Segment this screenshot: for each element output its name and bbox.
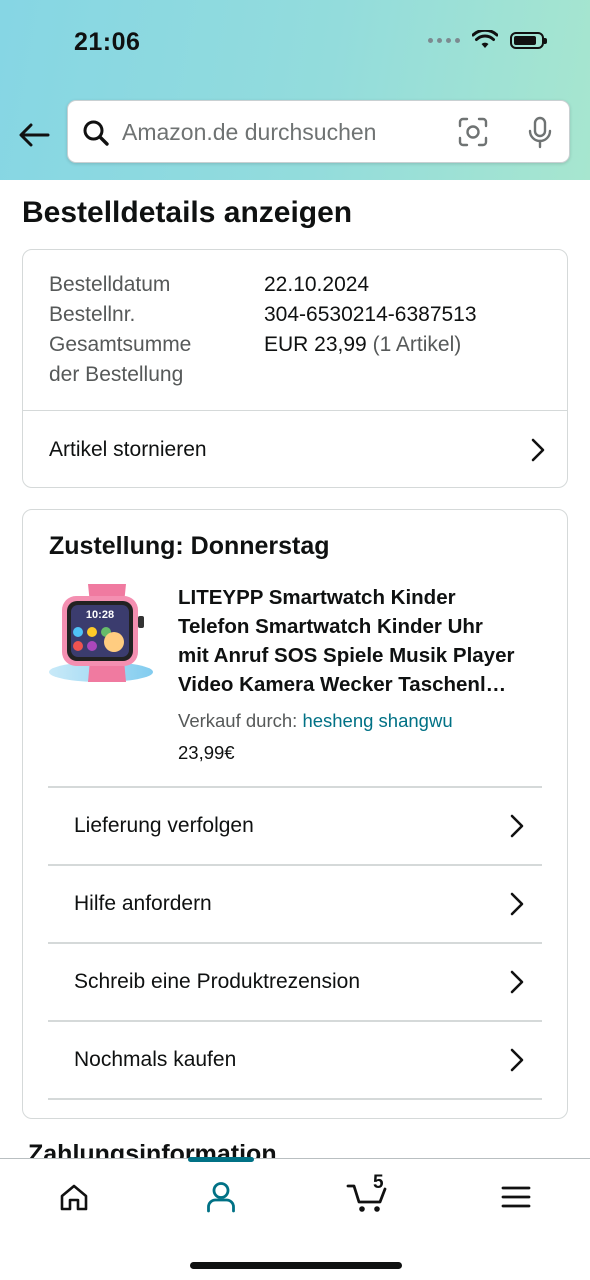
delivery-title: Zustellung: Donnerstag (49, 532, 330, 560)
divider (48, 1098, 542, 1100)
chevron-right-icon (510, 814, 524, 838)
get-help-row[interactable]: Hilfe anfordern (48, 866, 542, 942)
product-image[interactable]: 10:28 (48, 582, 154, 688)
signal-dots-icon (428, 37, 460, 43)
product-price: 23,99€ (178, 742, 235, 763)
tab-cart[interactable] (338, 1177, 398, 1217)
search-bar[interactable] (67, 100, 570, 164)
seller-prefix: Verkauf durch: (178, 710, 303, 731)
arrow-left-icon (19, 123, 50, 147)
tab-menu[interactable] (486, 1177, 546, 1217)
home-icon (60, 1184, 88, 1211)
status-time: 21:06 (74, 28, 141, 56)
seller-link[interactable]: hesheng shangwu (302, 710, 452, 731)
page-title: Bestelldetails anzeigen (22, 196, 353, 229)
track-delivery-row[interactable]: Lieferung verfolgen (48, 788, 542, 864)
product-title-line: LITEYPP Smartwatch Kinder (178, 586, 456, 609)
buy-again-label: Nochmals kaufen (74, 1048, 237, 1071)
hamburger-menu-icon (501, 1186, 531, 1208)
seller-info: Verkauf durch: hesheng shangwu (178, 710, 453, 732)
battery-icon (510, 31, 547, 49)
product-title-line: Video Kamera Wecker Taschenl… (178, 673, 507, 696)
delivery-card: Zustellung: Donnerstag 10:28 LITEYPP Sma… (22, 509, 568, 1119)
track-delivery-label: Lieferung verfolgen (74, 814, 254, 837)
tab-account[interactable] (191, 1177, 251, 1217)
get-help-label: Hilfe anfordern (74, 892, 212, 915)
order-total-items: (1 Artikel) (372, 333, 462, 356)
search-icon (83, 120, 109, 146)
microphone-icon[interactable] (526, 116, 554, 150)
product-title[interactable]: LITEYPP Smartwatch Kinder Telefon Smartw… (178, 583, 548, 699)
order-number-value: 304-6530214-6387513 (264, 303, 477, 326)
order-total-value: EUR 23,99 (1 Artikel) (264, 330, 461, 360)
header: 21:06 (0, 0, 590, 180)
order-total-amount: EUR 23,99 (264, 333, 367, 356)
chevron-right-icon (510, 892, 524, 916)
order-summary-card: Bestelldatum 22.10.2024 Bestellnr. 304-6… (22, 249, 568, 488)
product-image-time: 10:28 (86, 609, 114, 621)
search-input[interactable] (122, 101, 432, 164)
product-title-line: Telefon Smartwatch Kinder Uhr (178, 615, 483, 638)
home-indicator (190, 1262, 402, 1269)
order-total-label-line2: der Bestellung (49, 363, 184, 386)
write-review-label: Schreib eine Produktrezension (74, 970, 361, 993)
order-total-label-line1: Gesamtsumme (49, 333, 192, 356)
tab-home[interactable] (44, 1177, 104, 1217)
order-number-label: Bestellnr. (49, 303, 136, 326)
buy-again-row[interactable]: Nochmals kaufen (48, 1022, 542, 1098)
status-icons (428, 30, 547, 50)
wifi-icon (472, 30, 498, 48)
cart-count-badge: 5 (373, 1172, 384, 1193)
cancel-items-row[interactable]: Artikel stornieren (23, 411, 567, 488)
order-date-value: 22.10.2024 (264, 273, 370, 296)
order-date-label: Bestelldatum (49, 273, 171, 296)
chevron-right-icon (510, 970, 524, 994)
chevron-right-icon (510, 1048, 524, 1072)
active-tab-indicator (188, 1157, 254, 1162)
user-icon (207, 1182, 235, 1213)
chevron-right-icon (531, 438, 545, 461)
back-button[interactable] (14, 118, 54, 152)
product-title-line: mit Anruf SOS Spiele Musik Player (178, 644, 515, 667)
camera-scan-icon[interactable] (458, 117, 488, 147)
write-review-row[interactable]: Schreib eine Produktrezension (48, 944, 542, 1020)
cancel-items-label: Artikel stornieren (49, 437, 207, 461)
